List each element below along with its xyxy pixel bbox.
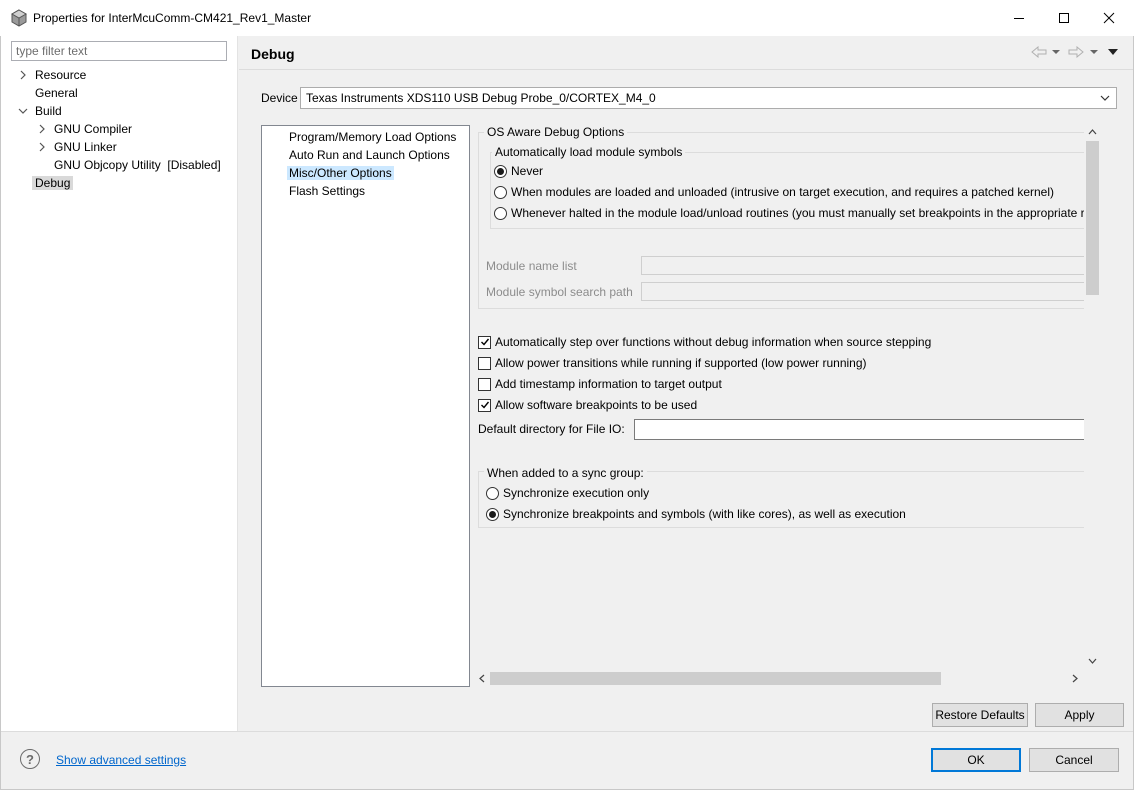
- chevron-right-icon[interactable]: [36, 120, 48, 138]
- tree-item-label: General: [35, 86, 78, 100]
- checkbox-label: Allow power transitions while running if…: [495, 356, 867, 370]
- checkbox-step-over-functions[interactable]: Automatically step over functions withou…: [478, 332, 931, 352]
- tree-item-gnu-objcopy[interactable]: GNU Objcopy Utility [Disabled]: [51, 156, 224, 174]
- checkbox-software-breakpoints[interactable]: Allow software breakpoints to be used: [478, 395, 697, 415]
- back-dropdown-icon[interactable]: [1051, 44, 1061, 60]
- radio-label: Whenever halted in the module load/unloa…: [511, 206, 1084, 220]
- category-label: Auto Run and Launch Options: [289, 148, 450, 162]
- checkbox-timestamp-info[interactable]: Add timestamp information to target outp…: [478, 374, 722, 394]
- checkbox-label: Add timestamp information to target outp…: [495, 377, 722, 391]
- maximize-icon: [1059, 13, 1069, 23]
- tree-item-label: GNU Objcopy Utility [Disabled]: [54, 158, 221, 172]
- minimize-button[interactable]: [996, 0, 1042, 36]
- close-icon: [1103, 12, 1115, 24]
- ok-button[interactable]: OK: [931, 748, 1021, 772]
- view-menu-icon[interactable]: [1107, 44, 1119, 60]
- header-separator: [239, 69, 1133, 70]
- radio-sync-execution-only[interactable]: Synchronize execution only: [486, 483, 649, 503]
- checkmark-icon: [480, 401, 489, 409]
- window-title: Properties for InterMcuComm-CM421_Rev1_M…: [33, 11, 312, 25]
- chevron-down-icon[interactable]: [1098, 91, 1112, 105]
- file-io-label: Default directory for File IO:: [478, 422, 625, 436]
- chevron-right-icon[interactable]: [36, 138, 48, 156]
- radio-button[interactable]: [486, 507, 499, 521]
- radio-label: When modules are loaded and unloaded (in…: [511, 185, 1055, 199]
- tree-item-debug[interactable]: Debug: [32, 174, 74, 192]
- tree-item-build[interactable]: Build: [17, 102, 65, 120]
- scroll-left-icon[interactable]: [477, 673, 487, 683]
- tree-item-label: Build: [35, 104, 62, 118]
- forward-dropdown-icon[interactable]: [1089, 44, 1099, 60]
- checkbox[interactable]: [478, 335, 491, 349]
- radio-never[interactable]: Never: [494, 161, 543, 181]
- file-io-input[interactable]: [634, 419, 1084, 440]
- radio-button[interactable]: [494, 185, 507, 199]
- module-name-list-field: [641, 256, 1084, 275]
- restore-defaults-button[interactable]: Restore Defaults: [932, 703, 1028, 727]
- category-item-flash-settings[interactable]: Flash Settings: [262, 182, 469, 200]
- checkbox-power-transitions[interactable]: Allow power transitions while running if…: [478, 353, 867, 373]
- category-item-misc-other[interactable]: Misc/Other Options: [262, 164, 469, 182]
- category-item-auto-run-launch[interactable]: Auto Run and Launch Options: [262, 146, 469, 164]
- filter-input[interactable]: [11, 41, 227, 61]
- page-title: Debug: [251, 46, 295, 62]
- category-item-program-memory-load[interactable]: Program/Memory Load Options: [262, 128, 469, 146]
- radio-button[interactable]: [494, 164, 507, 178]
- minimize-icon: [1014, 18, 1024, 19]
- radio-label: Never: [511, 164, 544, 178]
- tree-item-resource[interactable]: Resource: [17, 66, 89, 84]
- apply-button[interactable]: Apply: [1035, 703, 1124, 727]
- back-arrow-icon[interactable]: [1031, 44, 1047, 60]
- checkbox[interactable]: [478, 377, 491, 391]
- radio-label: Synchronize execution only: [503, 486, 650, 500]
- checkbox[interactable]: [478, 398, 491, 412]
- radio-label: Synchronize breakpoints and symbols (wit…: [503, 507, 906, 521]
- tree-item-label: GNU Linker: [54, 140, 117, 154]
- radio-button[interactable]: [486, 486, 499, 500]
- chevron-down-icon[interactable]: [17, 102, 29, 120]
- category-label: Misc/Other Options: [287, 166, 394, 180]
- sync-group-title: When added to a sync group:: [484, 466, 647, 480]
- chevron-right-icon[interactable]: [17, 66, 29, 84]
- category-list: Program/Memory Load Options Auto Run and…: [261, 125, 470, 687]
- device-label: Device: [261, 91, 298, 105]
- category-label: Flash Settings: [289, 184, 366, 198]
- tree-item-label: GNU Compiler: [54, 122, 133, 136]
- close-button[interactable]: [1086, 0, 1132, 36]
- options-panel: OS Aware Debug Options Automatically loa…: [474, 123, 1084, 669]
- horizontal-scroll-thumb[interactable]: [490, 672, 941, 685]
- radio-whenever-halted[interactable]: Whenever halted in the module load/unloa…: [494, 203, 1084, 223]
- show-advanced-settings-link[interactable]: Show advanced settings: [56, 752, 186, 768]
- vertical-scroll-thumb[interactable]: [1086, 141, 1099, 295]
- checkbox-label: Automatically step over functions withou…: [495, 335, 932, 349]
- maximize-button[interactable]: [1041, 0, 1087, 36]
- device-select-value: Texas Instruments XDS110 USB Debug Probe…: [306, 91, 656, 105]
- forward-arrow-icon[interactable]: [1068, 44, 1084, 60]
- tree-item-label: Debug: [32, 176, 74, 190]
- help-icon[interactable]: ?: [20, 749, 40, 769]
- app-icon: [10, 9, 28, 27]
- scroll-down-icon[interactable]: [1086, 656, 1099, 666]
- module-symbol-path-field: [641, 282, 1084, 301]
- cancel-button[interactable]: Cancel: [1029, 748, 1119, 772]
- radio-when-loaded-unloaded[interactable]: When modules are loaded and unloaded (in…: [494, 182, 1054, 202]
- tree-item-gnu-compiler[interactable]: GNU Compiler: [36, 120, 135, 138]
- auto-load-group-title: Automatically load module symbols: [492, 145, 686, 159]
- radio-button[interactable]: [494, 206, 507, 220]
- tree-item-gnu-linker[interactable]: GNU Linker: [36, 138, 120, 156]
- scroll-up-icon[interactable]: [1086, 127, 1099, 137]
- category-label: Program/Memory Load Options: [289, 130, 457, 144]
- checkmark-icon: [480, 338, 489, 346]
- checkbox[interactable]: [478, 356, 491, 370]
- radio-sync-breakpoints-symbols[interactable]: Synchronize breakpoints and symbols (wit…: [486, 504, 906, 524]
- module-symbol-path-label: Module symbol search path: [486, 285, 633, 299]
- tree-item-general[interactable]: General: [32, 84, 81, 102]
- tree-item-label: Resource: [35, 68, 87, 82]
- scroll-right-icon[interactable]: [1070, 673, 1080, 683]
- checkbox-label: Allow software breakpoints to be used: [495, 398, 698, 412]
- module-name-list-label: Module name list: [486, 259, 577, 273]
- device-select[interactable]: Texas Instruments XDS110 USB Debug Probe…: [300, 87, 1117, 109]
- os-aware-group-title: OS Aware Debug Options: [484, 125, 628, 139]
